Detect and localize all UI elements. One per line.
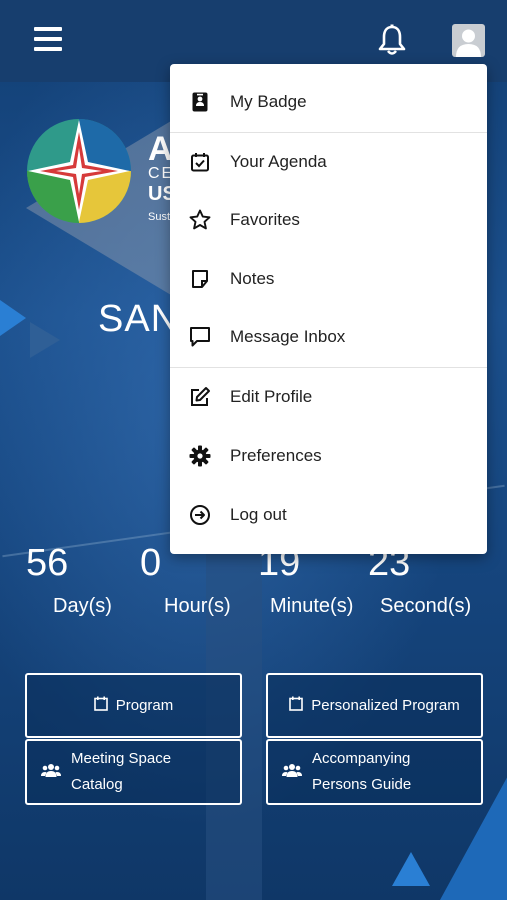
accompanying-persons-guide-button[interactable]: Accompanying Persons Guide [266,739,483,805]
calendar-icon [93,696,108,715]
menu-item-favorites[interactable]: Favorites [170,191,487,249]
conference-name-fragment: A [148,130,173,168]
bell-icon[interactable] [377,24,407,56]
menu-item-label: Notes [230,269,275,288]
hours-label: Hour(s) [164,595,231,617]
note-icon [189,268,211,290]
menu-item-notes[interactable]: Notes [170,250,487,308]
meeting-space-label-line2: Catalog [71,776,123,793]
star-icon [189,209,211,231]
menu-item-label: Edit Profile [230,387,313,406]
personalized-program-label: Personalized Program [311,697,460,714]
decor-triangle [30,322,60,358]
meeting-space-catalog-button[interactable]: Meeting Space Catalog [25,739,242,805]
logout-icon [189,504,211,526]
calendar-check-icon [189,151,211,173]
decor-triangle [0,300,26,336]
menu-item-my-badge[interactable]: My Badge [170,73,487,131]
program-label: Program [115,697,174,714]
menu-item-your-agenda[interactable]: Your Agenda [170,133,487,191]
days-value: 56 [26,542,69,584]
seconds-label: Second(s) [380,595,472,617]
people-icon [41,763,61,781]
menu-item-label: Favorites [230,210,300,229]
menu-item-message-inbox[interactable]: Message Inbox [170,308,487,366]
menu-item-label: Message Inbox [230,327,346,346]
menu-item-preferences[interactable]: Preferences [170,427,487,485]
menu-item-log-out[interactable]: Log out [170,486,487,544]
edit-icon [189,386,211,408]
badge-icon [189,91,211,113]
menu-item-label: Log out [230,505,287,524]
minutes-label: Minute(s) [270,595,354,617]
menu-item-label: My Badge [230,92,307,111]
message-icon [189,326,211,348]
personalized-program-button[interactable]: Personalized Program [266,673,483,738]
conference-logo [26,118,132,229]
hamburger-icon[interactable] [34,27,62,53]
accompanying-label-line2: Persons Guide [312,776,412,793]
decor-triangle [392,852,430,886]
city-title: SAN [98,298,180,340]
menu-item-label: Preferences [230,446,322,465]
menu-item-edit-profile[interactable]: Edit Profile [170,368,487,426]
people-icon [282,763,302,781]
countdown: 56 Day(s) 0 Hour(s) 19 Minute(s) 23 Seco… [0,542,507,622]
accompanying-label-line1: Accompanying [312,750,411,767]
avatar-icon[interactable] [452,24,485,57]
program-button[interactable]: Program [25,673,242,738]
days-label: Day(s) [53,595,112,617]
user-dropdown-menu: My Badge Your Agenda Favorites Notes Mes… [170,64,487,554]
calendar-icon [289,696,304,715]
gear-icon [189,445,211,467]
countdown-days: 56 Day(s) [26,542,112,618]
menu-item-label: Your Agenda [230,152,327,171]
meeting-space-label-line1: Meeting Space [71,750,172,767]
conference-tagline-fragment: Sust [148,211,171,223]
